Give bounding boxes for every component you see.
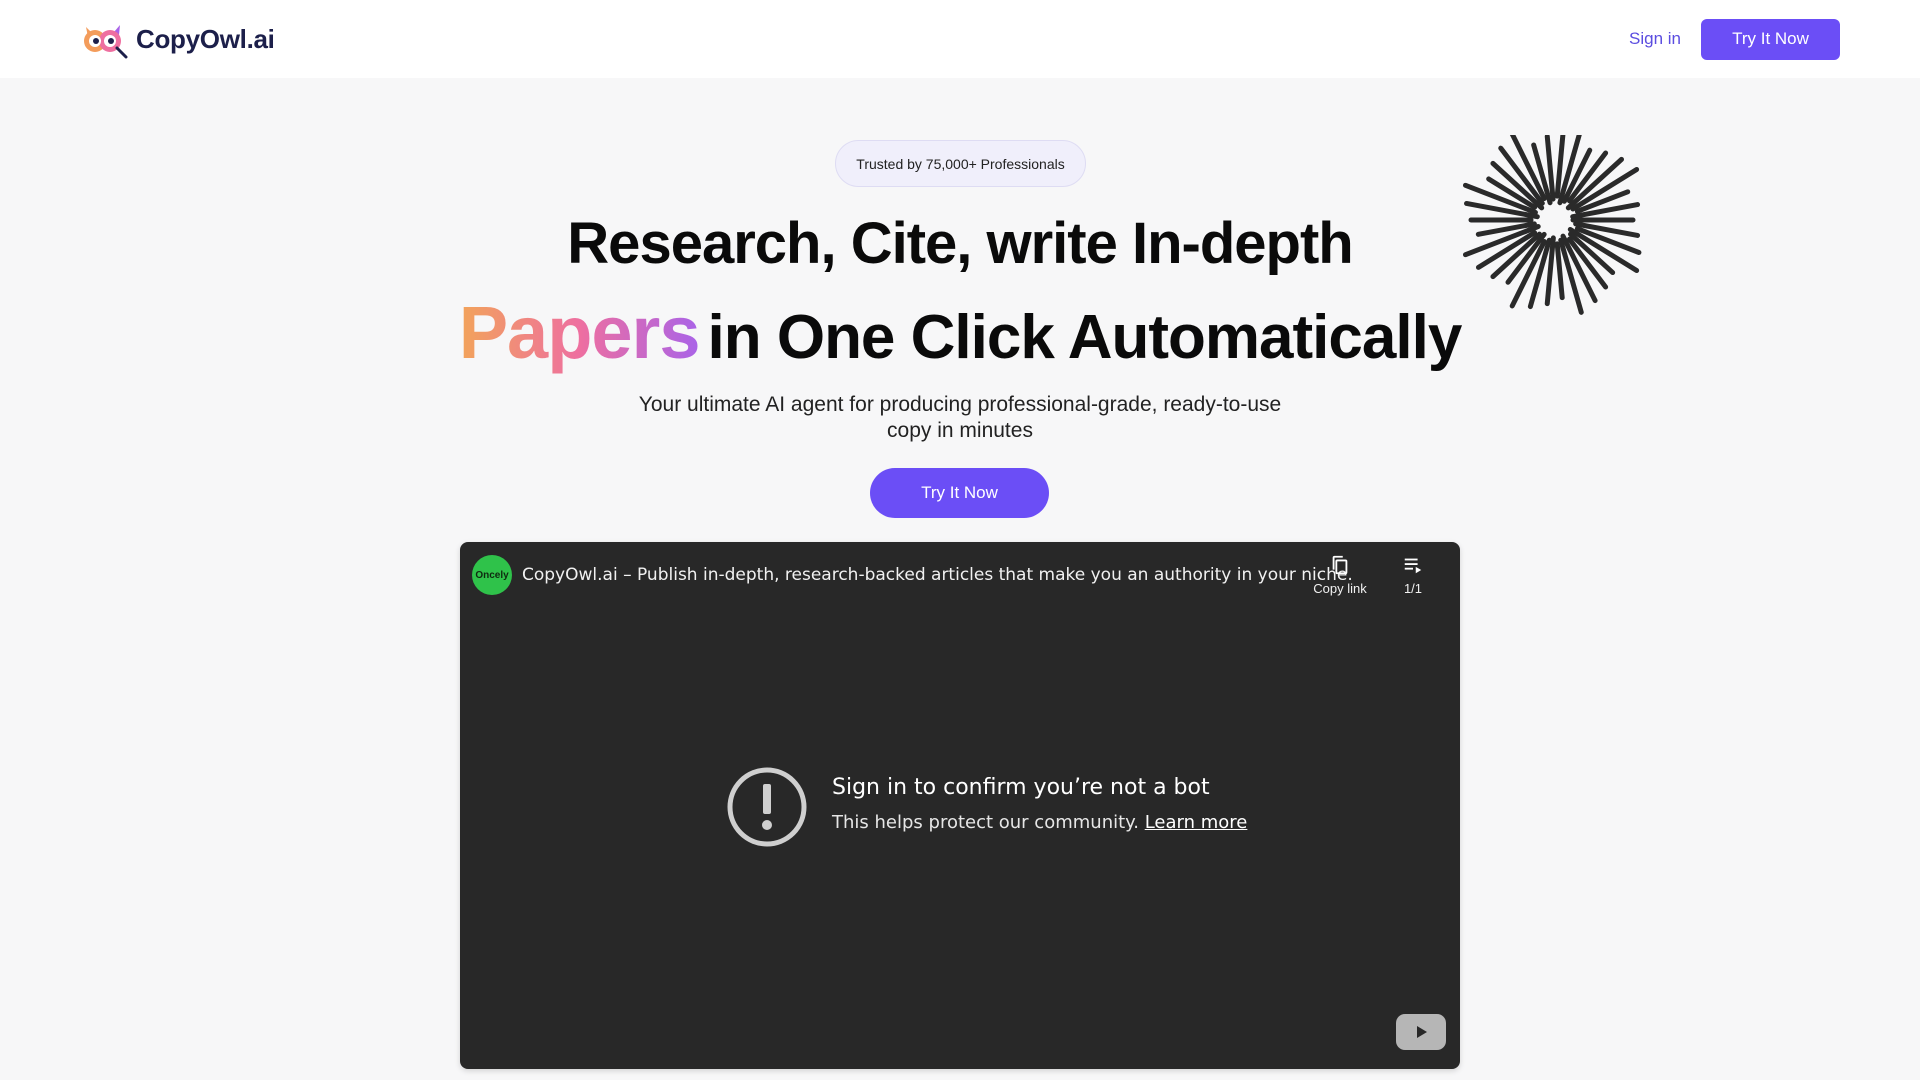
playlist-counter: 1/1 [1403, 581, 1423, 596]
nav-actions: Sign in Try It Now [1629, 18, 1840, 60]
video-title[interactable]: CopyOwl.ai – Publish in-depth, research-… [522, 565, 1353, 585]
sign-in-link[interactable]: Sign in [1629, 29, 1681, 49]
hero-subtitle: Your ultimate AI agent for producing pro… [638, 393, 1282, 442]
owl-logo-icon [84, 25, 128, 59]
headline-line-2-text: in One Click Automatically [707, 303, 1463, 372]
trusted-badge: Trusted by 75,000+ Professionals [835, 140, 1086, 187]
youtube-play-icon [1417, 1026, 1427, 1038]
headline-line-2: Papers in One Click Automatically [0, 290, 1920, 375]
headline-highlight: Papers [458, 291, 701, 374]
playlist-button[interactable]: 1/1 [1378, 554, 1448, 598]
headline-line-1: Research, Cite, write In-depth [567, 211, 1353, 276]
copy-icon [1332, 555, 1348, 575]
video-player[interactable]: Oncely CopyOwl.ai – Publish in-depth, re… [460, 542, 1460, 1069]
learn-more-link[interactable]: Learn more [1145, 812, 1248, 833]
try-it-now-hero-button[interactable]: Try It Now [870, 468, 1049, 518]
copy-link-label: Copy link [1313, 581, 1367, 596]
bot-check-text: This helps protect our community. [832, 812, 1139, 833]
copy-link-button[interactable]: Copy link [1305, 554, 1375, 598]
brand-logo[interactable]: CopyOwl.ai [80, 19, 275, 59]
playlist-icon [1404, 558, 1422, 574]
try-it-now-header-button[interactable]: Try It Now [1701, 18, 1840, 60]
channel-avatar[interactable]: Oncely [472, 555, 512, 595]
brand-name: CopyOwl.ai [136, 23, 275, 54]
bot-check-description: This helps protect our community. Learn … [832, 812, 1247, 833]
top-navbar: CopyOwl.ai Sign in Try It Now [0, 0, 1920, 78]
youtube-logo-button[interactable] [1396, 1014, 1446, 1050]
alert-icon [727, 767, 807, 847]
bot-check-title: Sign in to confirm you’re not a bot [832, 775, 1210, 800]
